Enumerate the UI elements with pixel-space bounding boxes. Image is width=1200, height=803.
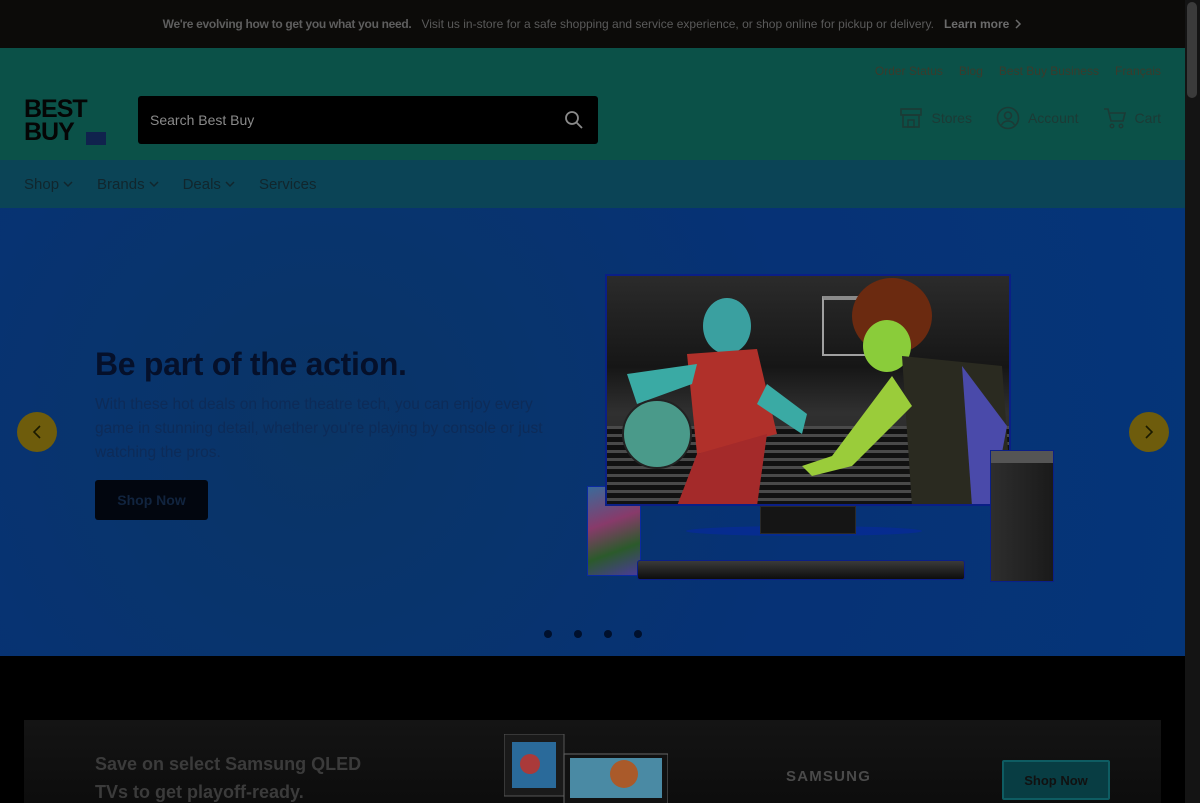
samsung-promo-banner: Save on select Samsung QLED TVs to get p… [24, 720, 1161, 803]
tv-stand-image [760, 506, 856, 534]
chevron-left-icon [32, 425, 41, 439]
order-status-link[interactable]: Order Status [875, 64, 943, 78]
carousel-dot[interactable] [544, 630, 552, 638]
chevron-right-icon [1015, 19, 1022, 29]
samsung-tv-image [504, 734, 668, 803]
nav-item-label: Deals [182, 175, 221, 193]
chevron-down-icon [63, 180, 73, 187]
search-icon[interactable] [564, 110, 584, 130]
carousel-next-button[interactable] [1129, 412, 1169, 452]
nav-item-label: Services [258, 175, 317, 193]
carousel-dot[interactable] [574, 630, 582, 638]
nav-item-shop[interactable]: Shop [24, 176, 73, 193]
hero-description: With these hot deals on home theatre tec… [95, 396, 543, 461]
hero-shop-now-button[interactable]: Shop Now [95, 480, 208, 520]
player-right-image [802, 278, 1009, 504]
account-icon [996, 106, 1020, 130]
scrollbar-track[interactable] [1185, 0, 1200, 803]
site-header: Order Status Blog Best Buy Business Fran… [0, 48, 1185, 160]
logo-line-2: BUY [24, 118, 75, 146]
logo-tag-icon [86, 132, 106, 145]
page: We're evolving how to get you what you n… [0, 0, 1185, 803]
promo-shop-now-button[interactable]: Shop Now [1002, 760, 1110, 800]
carousel-prev-button[interactable] [17, 412, 57, 452]
store-icon [900, 108, 923, 128]
header-actions: Stores Account Cart [899, 106, 1161, 130]
learn-more-link[interactable]: Learn more [944, 17, 1022, 31]
scrollbar-thumb[interactable] [1187, 2, 1197, 98]
nav-item-services[interactable]: Services [259, 176, 317, 193]
player-left-image [622, 298, 807, 504]
subwoofer-top [991, 451, 1053, 463]
nav-item-label: Brands [97, 175, 145, 193]
chevron-right-icon [1145, 425, 1154, 439]
language-link[interactable]: Français [1115, 64, 1161, 78]
blog-link[interactable]: Blog [959, 64, 983, 78]
utility-links: Order Status Blog Best Buy Business Fran… [875, 64, 1161, 78]
stores-button[interactable]: Stores [899, 106, 972, 130]
samsung-brand-logo: SAMSUNG [786, 768, 872, 785]
hero-title: Be part of the action. [95, 346, 407, 382]
hero-carousel: Be part of the action. With these hot de… [0, 208, 1185, 656]
promo-text: Save on select Samsung QLED TVs to get p… [95, 754, 362, 802]
announcement-bar: We're evolving how to get you what you n… [0, 0, 1185, 48]
search-input[interactable] [150, 96, 550, 144]
cart-label: Cart [1134, 110, 1161, 126]
search-bar [138, 96, 598, 144]
main-nav: Shop Brands Deals Services [0, 160, 1185, 208]
learn-more-label: Learn more [943, 17, 1010, 31]
subwoofer-image [990, 450, 1054, 582]
best-buy-business-link[interactable]: Best Buy Business [999, 64, 1099, 78]
announcement-headline: We're evolving how to get you what you n… [162, 17, 412, 31]
carousel-dot[interactable] [604, 630, 612, 638]
cart-button[interactable]: Cart [1103, 106, 1161, 130]
account-label: Account [1027, 110, 1079, 126]
nav-item-brands[interactable]: Brands [97, 176, 159, 193]
nav-item-deals[interactable]: Deals [183, 176, 235, 193]
carousel-dot[interactable] [634, 630, 642, 638]
soundbar-image [637, 560, 965, 580]
announcement-text: Visit us in-store for a safe shopping an… [421, 17, 934, 31]
best-buy-logo[interactable]: BEST BUY [24, 97, 108, 146]
carousel-dots [544, 630, 642, 638]
account-button[interactable]: Account [996, 106, 1079, 130]
stores-label: Stores [931, 110, 972, 126]
nav-item-label: Shop [24, 175, 60, 193]
cart-icon [1103, 108, 1126, 129]
tv-screen [607, 276, 1009, 504]
tv-image [605, 274, 1011, 506]
chevron-down-icon [225, 180, 235, 187]
chevron-down-icon [149, 180, 159, 187]
